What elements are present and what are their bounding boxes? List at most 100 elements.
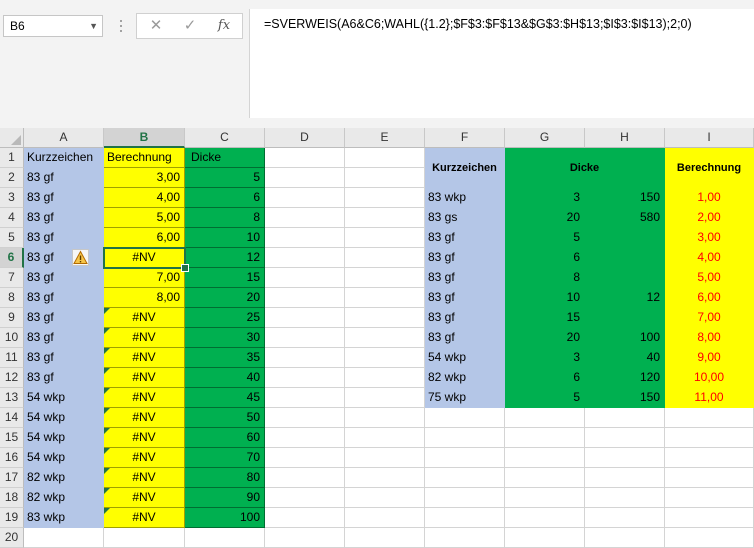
berechnung-cell[interactable]: #NV (104, 408, 185, 428)
right-kurzzeichen-cell[interactable]: 83 gf (425, 268, 505, 288)
left-table-header[interactable]: Dicke (185, 148, 265, 168)
right-dicke-max-cell[interactable] (585, 268, 665, 288)
kurzzeichen-cell[interactable]: 54 wkp (24, 448, 104, 468)
select-all-button[interactable] (0, 128, 24, 148)
formula-input[interactable]: =SVERWEIS(A6&C6;WAHL({1.2};$F$3:$F$13&$G… (249, 9, 754, 118)
right-dicke-cell[interactable]: 20 (505, 208, 585, 228)
row-header-19[interactable]: 19 (0, 508, 24, 528)
right-kurzzeichen-cell[interactable]: 83 gf (425, 248, 505, 268)
dicke-cell[interactable]: 70 (185, 448, 265, 468)
right-dicke-cell[interactable]: 3 (505, 348, 585, 368)
right-dicke-cell[interactable]: 5 (505, 388, 585, 408)
right-dicke-max-cell[interactable] (585, 228, 665, 248)
cell[interactable] (665, 488, 754, 508)
cell[interactable] (345, 328, 425, 348)
right-kurzzeichen-cell[interactable]: 83 gs (425, 208, 505, 228)
cell[interactable] (265, 208, 345, 228)
cell[interactable] (585, 528, 665, 548)
right-kurzzeichen-cell[interactable]: 83 gf (425, 288, 505, 308)
cell[interactable] (505, 448, 585, 468)
cell[interactable] (345, 528, 425, 548)
row-header-18[interactable]: 18 (0, 488, 24, 508)
cell[interactable] (265, 408, 345, 428)
dicke-cell[interactable]: 40 (185, 368, 265, 388)
kurzzeichen-cell[interactable]: 83 gf (24, 228, 104, 248)
error-warning-button[interactable] (72, 249, 89, 266)
cell[interactable] (265, 508, 345, 528)
cell[interactable] (265, 388, 345, 408)
row-header-16[interactable]: 16 (0, 448, 24, 468)
right-kurzzeichen-cell[interactable]: 83 gf (425, 308, 505, 328)
cell[interactable] (345, 468, 425, 488)
kurzzeichen-cell[interactable]: 83 gf (24, 348, 104, 368)
right-dicke-cell[interactable]: 20 (505, 328, 585, 348)
dicke-cell[interactable]: 20 (185, 288, 265, 308)
kurzzeichen-cell[interactable]: 83 gf (24, 168, 104, 188)
berechnung-cell[interactable]: #NV (104, 448, 185, 468)
right-dicke-max-cell[interactable]: 150 (585, 188, 665, 208)
right-dicke-cell[interactable]: 3 (505, 188, 585, 208)
row-header-4[interactable]: 4 (0, 208, 24, 228)
cell[interactable] (265, 268, 345, 288)
right-dicke-cell[interactable]: 6 (505, 368, 585, 388)
cell[interactable] (345, 448, 425, 468)
right-dicke-max-cell[interactable]: 40 (585, 348, 665, 368)
right-dicke-cell[interactable]: 15 (505, 308, 585, 328)
right-berechnung-cell[interactable]: 5,00 (665, 268, 754, 288)
kurzzeichen-cell[interactable]: 83 gf (24, 188, 104, 208)
right-table-header-kurzzeichen[interactable]: Kurzzeichen (425, 148, 505, 188)
row-header-10[interactable]: 10 (0, 328, 24, 348)
column-header-b[interactable]: B (104, 128, 185, 148)
cell[interactable] (345, 348, 425, 368)
cell[interactable] (345, 388, 425, 408)
kurzzeichen-cell[interactable]: 54 wkp (24, 428, 104, 448)
berechnung-cell[interactable]: #NV (104, 248, 185, 268)
cell[interactable] (665, 408, 754, 428)
fill-handle[interactable] (181, 264, 189, 272)
right-dicke-max-cell[interactable] (585, 248, 665, 268)
row-header-1[interactable]: 1 (0, 148, 24, 168)
dicke-cell[interactable]: 90 (185, 488, 265, 508)
cell[interactable] (265, 368, 345, 388)
kurzzeichen-cell[interactable]: 54 wkp (24, 388, 104, 408)
right-berechnung-cell[interactable]: 11,00 (665, 388, 754, 408)
kurzzeichen-cell[interactable]: 83 gf (24, 268, 104, 288)
right-kurzzeichen-cell[interactable]: 54 wkp (425, 348, 505, 368)
cell[interactable] (345, 508, 425, 528)
row-header-14[interactable]: 14 (0, 408, 24, 428)
cell[interactable] (345, 268, 425, 288)
cell[interactable] (585, 408, 665, 428)
cell[interactable] (425, 488, 505, 508)
right-dicke-max-cell[interactable]: 120 (585, 368, 665, 388)
column-header-e[interactable]: E (345, 128, 425, 148)
cell[interactable] (665, 468, 754, 488)
right-dicke-cell[interactable]: 5 (505, 228, 585, 248)
cell[interactable] (265, 328, 345, 348)
berechnung-cell[interactable]: #NV (104, 508, 185, 528)
column-header-i[interactable]: I (665, 128, 754, 148)
right-dicke-max-cell[interactable]: 150 (585, 388, 665, 408)
cell[interactable] (345, 488, 425, 508)
dicke-cell[interactable]: 12 (185, 248, 265, 268)
berechnung-cell[interactable]: 3,00 (104, 168, 185, 188)
cell[interactable] (345, 308, 425, 328)
kurzzeichen-cell[interactable]: 83 gf (24, 328, 104, 348)
cell[interactable] (585, 488, 665, 508)
right-berechnung-cell[interactable]: 4,00 (665, 248, 754, 268)
berechnung-cell[interactable]: #NV (104, 388, 185, 408)
cell[interactable] (505, 468, 585, 488)
cell[interactable] (345, 428, 425, 448)
right-kurzzeichen-cell[interactable]: 83 wkp (425, 188, 505, 208)
cell[interactable] (505, 528, 585, 548)
right-berechnung-cell[interactable]: 6,00 (665, 288, 754, 308)
cell[interactable] (265, 248, 345, 268)
right-dicke-max-cell[interactable]: 12 (585, 288, 665, 308)
cell[interactable] (665, 528, 754, 548)
cell[interactable] (505, 508, 585, 528)
dicke-cell[interactable]: 30 (185, 328, 265, 348)
row-header-6[interactable]: 6 (0, 248, 24, 268)
berechnung-cell[interactable]: #NV (104, 308, 185, 328)
cell[interactable] (505, 428, 585, 448)
cell[interactable] (425, 528, 505, 548)
cell[interactable] (345, 148, 425, 168)
